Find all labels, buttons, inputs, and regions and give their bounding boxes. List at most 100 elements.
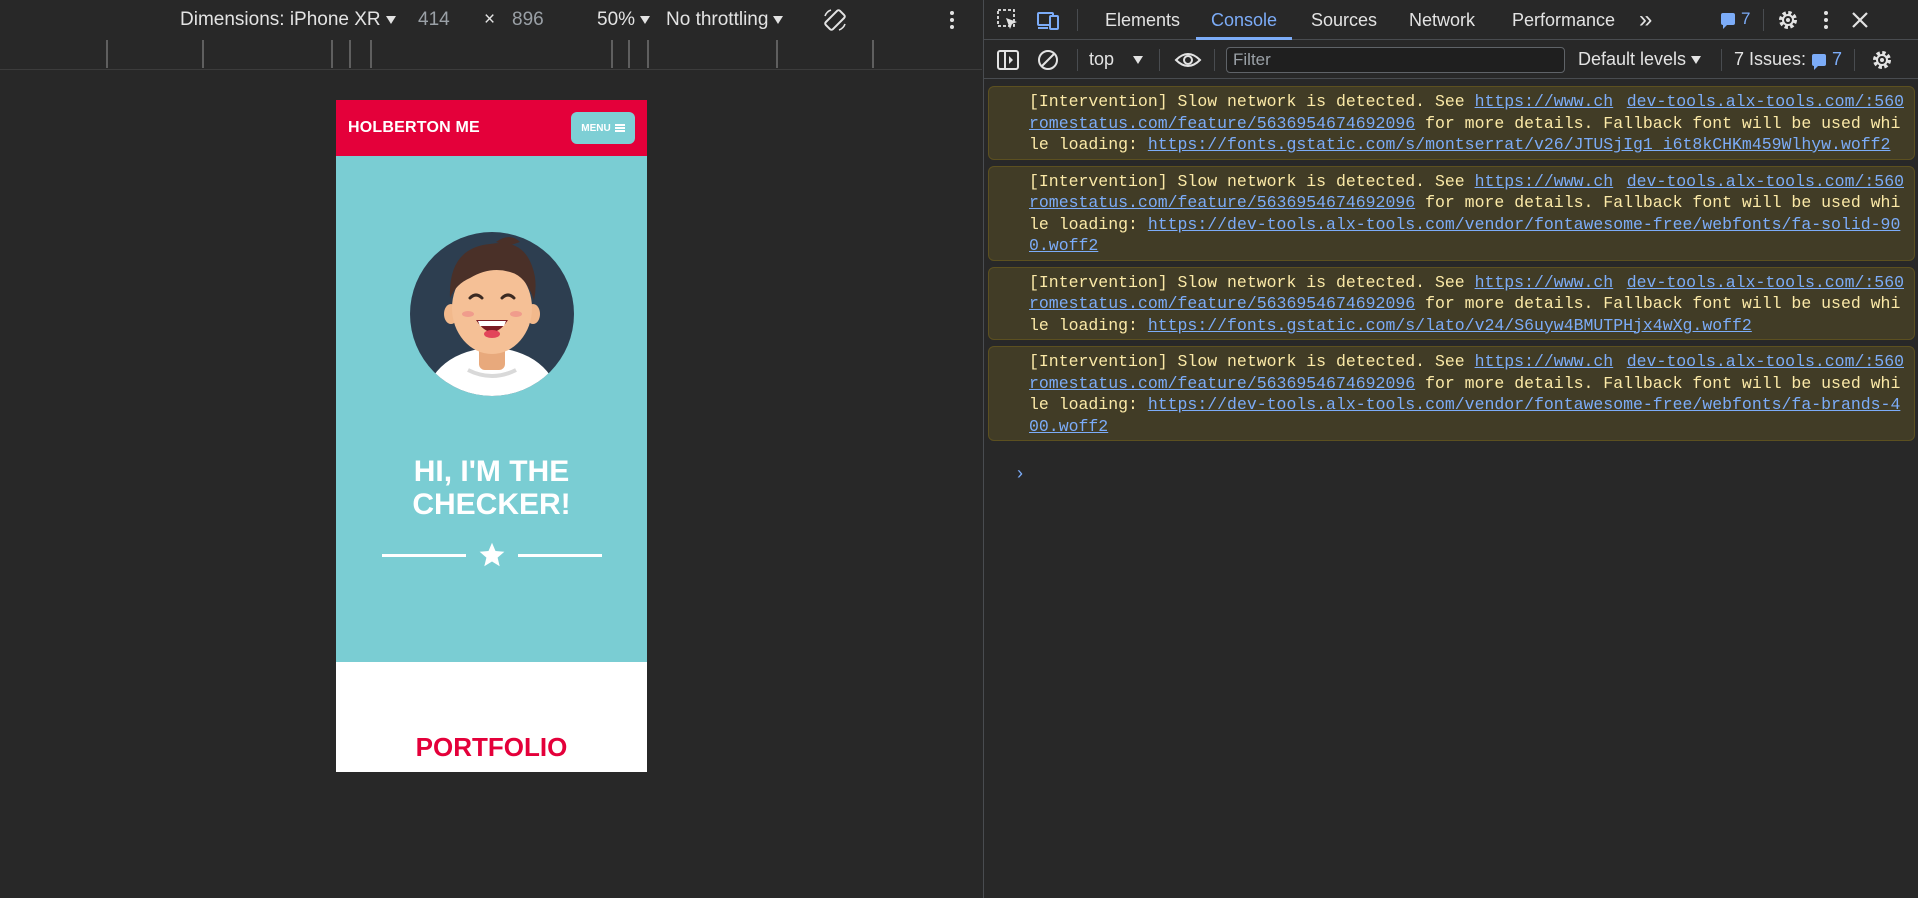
ruler-tick (611, 40, 613, 68)
filter-input[interactable] (1226, 47, 1565, 73)
toolbar-separator (1077, 49, 1078, 71)
more-options-icon[interactable] (948, 10, 956, 30)
menu-button[interactable]: MENU (571, 112, 635, 144)
chevron-down-icon (773, 16, 784, 24)
ruler-tick (106, 40, 108, 68)
toolbar-separator (1159, 49, 1160, 71)
context-label: top (1089, 49, 1115, 69)
chevron-down-icon (1133, 55, 1144, 64)
device-toolbar-toggle-icon[interactable] (1036, 8, 1060, 32)
issues-label: 7 Issues: (1734, 49, 1807, 69)
divider-line (518, 554, 602, 557)
avatar (410, 232, 574, 396)
chevron-down-icon (640, 16, 651, 24)
message-text: [Intervention] Slow network is detected.… (1029, 171, 1475, 191)
message-source-link[interactable]: dev-tools.alx-tools.com/:560 (1627, 272, 1904, 294)
message-text: [Intervention] Slow network is detected.… (1029, 272, 1475, 292)
log-levels-label: Default levels (1578, 49, 1687, 69)
settings-gear-icon[interactable] (1776, 8, 1800, 32)
chevron-down-icon (385, 16, 396, 24)
media-query-ruler[interactable] (0, 40, 982, 70)
customize-menu-icon[interactable] (1814, 8, 1838, 32)
message-source-link[interactable]: dev-tools.alx-tools.com/:560 (1627, 351, 1904, 373)
site-logo[interactable]: HOLBERTON ME (348, 119, 480, 137)
more-tabs-icon[interactable]: » (1624, 0, 1667, 40)
message-link[interactable]: https://fonts.gstatic.com/s/montserrat/v… (1148, 135, 1891, 154)
dimensions-label: Dimensions: iPhone XR (180, 9, 381, 30)
throttling-label: No throttling (666, 9, 769, 30)
hero-title-line: CHECKER! (412, 488, 571, 521)
hero-section: HI, I'M THE CHECKER! (336, 156, 647, 662)
portfolio-title: PORTFOLIO (415, 732, 568, 762)
ruler-tick (370, 40, 372, 68)
ruler-tick (331, 40, 333, 68)
console-warning-message: dev-tools.alx-tools.com/:560 [Interventi… (988, 86, 1915, 160)
tab-console[interactable]: Console (1196, 0, 1293, 40)
width-input[interactable]: 414 (418, 9, 450, 31)
devtools-main-toolbar: Elements Console Sources Network Perform… (984, 0, 1918, 40)
chevron-down-icon (1691, 55, 1702, 64)
toolbar-separator (1763, 9, 1764, 31)
console-messages: dev-tools.alx-tools.com/:560 [Interventi… (988, 86, 1915, 447)
device-viewport: HOLBERTON ME MENU HI, I'M THE CHECKER! P… (336, 100, 647, 772)
tab-performance[interactable]: Performance (1497, 0, 1630, 40)
zoom-select[interactable]: 50% (597, 9, 651, 31)
height-input[interactable]: 896 (512, 9, 544, 31)
tab-network[interactable]: Network (1394, 0, 1490, 40)
ruler-tick (647, 40, 649, 68)
inspect-element-icon[interactable] (996, 8, 1020, 32)
ruler-tick (872, 40, 874, 68)
issues-badge-count: 7 (1741, 9, 1751, 28)
devtools-panel: Elements Console Sources Network Perform… (983, 0, 1918, 898)
sidebar-toggle-icon[interactable] (996, 48, 1020, 72)
star-icon (479, 542, 505, 567)
console-warning-message: dev-tools.alx-tools.com/:560 [Interventi… (988, 346, 1915, 441)
hero-divider (382, 540, 602, 570)
hero-title: HI, I'M THE CHECKER! (336, 455, 647, 521)
portfolio-section: PORTFOLIO (336, 662, 647, 772)
toolbar-separator (1214, 49, 1215, 71)
ruler-tick (349, 40, 351, 68)
console-prompt-icon[interactable]: › (1017, 463, 1023, 484)
message-link[interactable]: https://fonts.gstatic.com/s/lato/v24/S6u… (1148, 316, 1752, 335)
context-select[interactable]: top (1089, 49, 1144, 70)
toolbar-separator (1854, 49, 1855, 71)
ruler-tick (776, 40, 778, 68)
issues-num: 7 (1832, 49, 1843, 69)
console-settings-gear-icon[interactable] (1870, 48, 1894, 72)
divider-line (382, 554, 466, 557)
ruler-tick (628, 40, 630, 68)
message-source-link[interactable]: dev-tools.alx-tools.com/:560 (1627, 171, 1904, 193)
dimensions-select[interactable]: Dimensions: iPhone XR (180, 9, 396, 31)
issues-badge[interactable]: 7 (1721, 9, 1750, 29)
issues-count-button[interactable]: 7 Issues: 7 (1734, 49, 1842, 70)
ruler-tick (202, 40, 204, 68)
hero-title-line: HI, I'M THE (413, 455, 570, 488)
message-icon (1721, 13, 1735, 29)
throttling-select[interactable]: No throttling (666, 9, 784, 31)
rotate-icon[interactable] (822, 7, 848, 33)
site-header: HOLBERTON ME MENU (336, 100, 647, 156)
message-icon (1812, 53, 1827, 70)
device-emulation-pane: Dimensions: iPhone XR 414 × 896 50% No t… (0, 0, 982, 898)
message-link[interactable]: https://dev-tools.alx-tools.com/vendor/f… (1029, 215, 1900, 256)
zoom-label: 50% (597, 9, 636, 30)
device-toolbar: Dimensions: iPhone XR 414 × 896 50% No t… (0, 0, 982, 40)
menu-label: MENU (581, 122, 611, 134)
log-levels-select[interactable]: Default levels (1578, 49, 1702, 70)
message-source-link[interactable]: dev-tools.alx-tools.com/:560 (1627, 91, 1904, 113)
tab-elements[interactable]: Elements (1090, 0, 1195, 40)
hamburger-icon (614, 124, 625, 132)
message-text: [Intervention] Slow network is detected.… (1029, 352, 1475, 371)
close-icon[interactable] (1848, 8, 1872, 32)
times-icon: × (484, 9, 496, 30)
message-text: [Intervention] Slow network is detected.… (1029, 92, 1475, 111)
toolbar-separator (1077, 9, 1078, 31)
tab-sources[interactable]: Sources (1296, 0, 1392, 40)
console-warning-message: dev-tools.alx-tools.com/:560 [Interventi… (988, 165, 1915, 261)
clear-console-icon[interactable] (1036, 48, 1060, 72)
console-toolbar: top Default levels 7 Issues: 7 (984, 41, 1918, 79)
message-link[interactable]: https://dev-tools.alx-tools.com/vendor/f… (1029, 395, 1900, 436)
live-expression-eye-icon[interactable] (1174, 48, 1202, 72)
console-warning-message: dev-tools.alx-tools.com/:560 [Interventi… (988, 266, 1915, 340)
